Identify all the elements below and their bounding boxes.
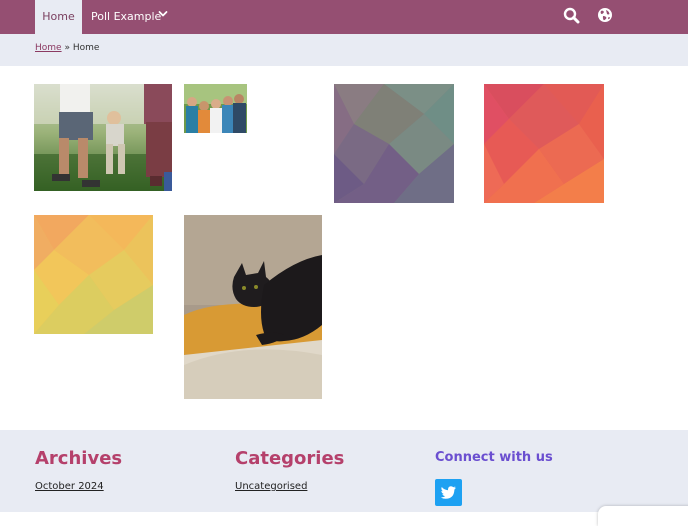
- twitter-button[interactable]: [435, 479, 462, 506]
- corner-widget[interactable]: [598, 506, 688, 526]
- black-cat-photo[interactable]: [184, 215, 322, 399]
- family-walk-photo[interactable]: [34, 84, 172, 191]
- category-link-uncategorised[interactable]: Uncategorised: [235, 481, 307, 492]
- nav-home-tab[interactable]: Home: [35, 0, 82, 34]
- archives-heading: Archives: [35, 448, 123, 469]
- site-footer: Archives October 2024 Categories Uncateg…: [0, 430, 688, 512]
- search-icon[interactable]: [563, 7, 580, 24]
- breadcrumb-current: Home: [72, 43, 100, 53]
- connect-heading: Connect with us: [435, 450, 553, 465]
- breadcrumb-band: Home » Home: [0, 34, 688, 66]
- breadcrumb-home-link[interactable]: Home: [35, 43, 62, 53]
- yellow-lowpoly-image[interactable]: [34, 215, 153, 334]
- chevron-down-icon[interactable]: [158, 9, 168, 19]
- purple-green-lowpoly-image[interactable]: [334, 84, 454, 203]
- nav-poll-example[interactable]: Poll Example: [91, 0, 161, 34]
- twitter-icon: [440, 486, 456, 499]
- top-navigation: Home Poll Example: [0, 0, 688, 34]
- breadcrumb-separator: »: [64, 43, 70, 53]
- friends-group-photo[interactable]: [184, 84, 247, 133]
- globe-icon[interactable]: [597, 7, 613, 23]
- breadcrumb: Home » Home: [35, 43, 99, 53]
- archive-link-october-2024[interactable]: October 2024: [35, 481, 104, 492]
- categories-heading: Categories: [235, 448, 345, 469]
- red-orange-lowpoly-image[interactable]: [484, 84, 604, 203]
